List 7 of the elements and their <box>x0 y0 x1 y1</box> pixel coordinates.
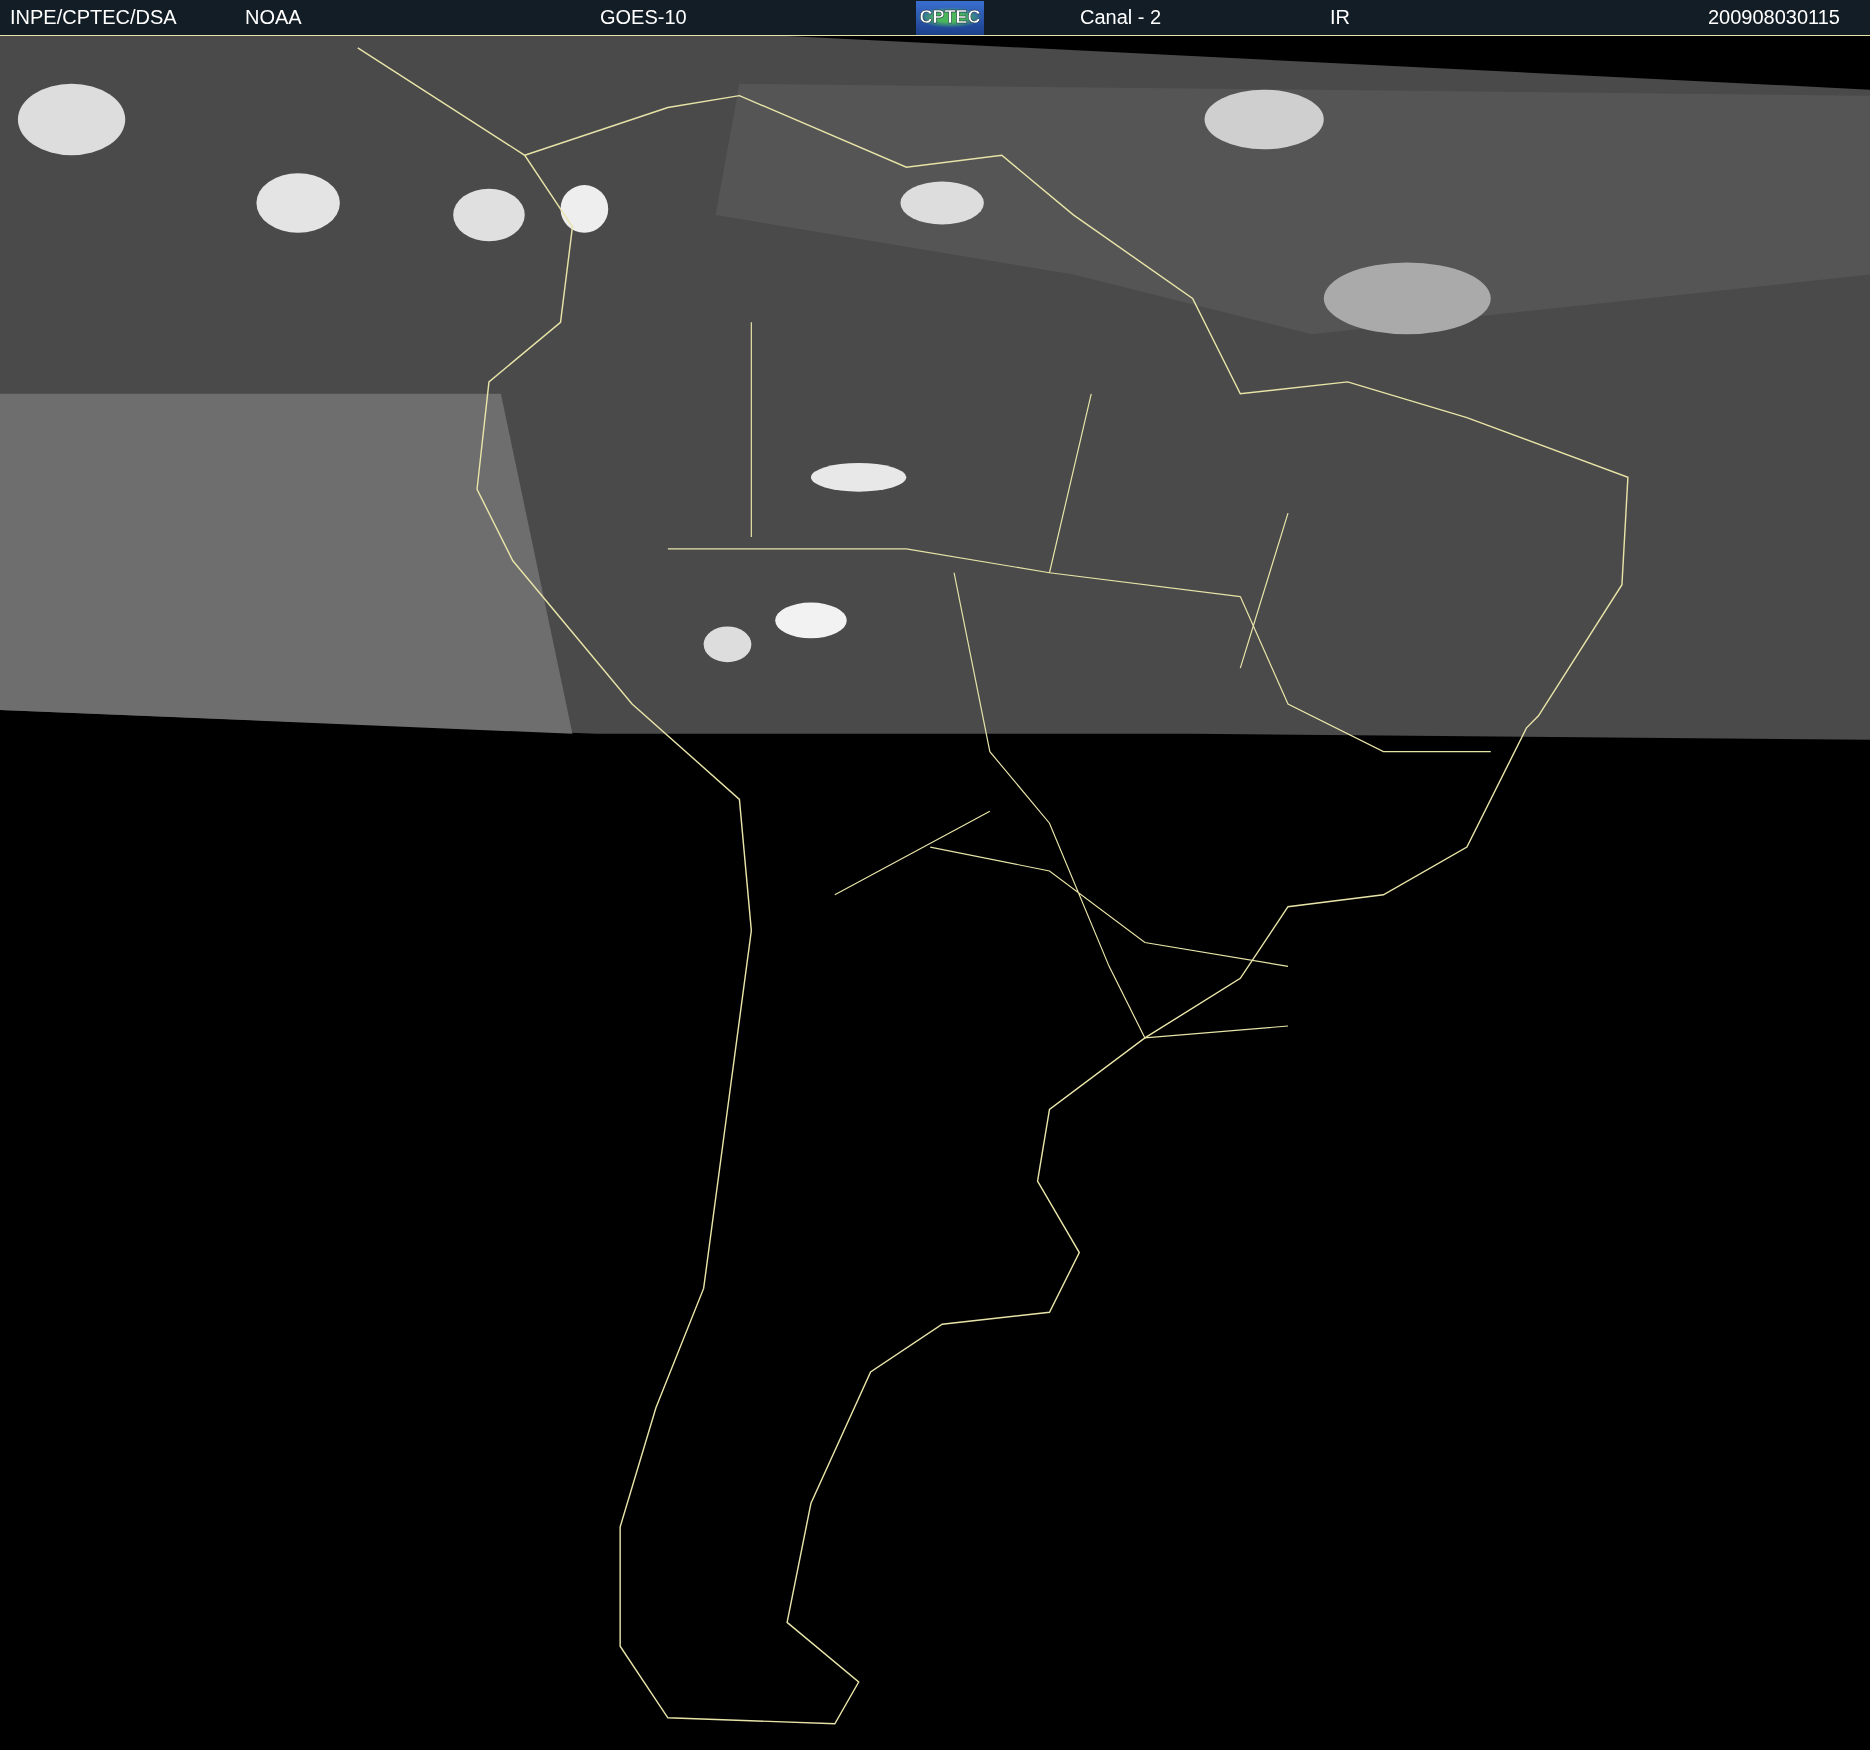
header-text: Canal - 2 <box>1080 6 1162 29</box>
header-text: IR <box>1330 6 1350 29</box>
logo-text: CPTEC <box>917 7 983 28</box>
header-text: INPE/CPTEC/DSA <box>10 6 177 29</box>
header-text: GOES-10 <box>600 6 687 29</box>
header-text: 200908030115 <box>1708 6 1840 29</box>
header-text: NOAA <box>245 6 302 29</box>
